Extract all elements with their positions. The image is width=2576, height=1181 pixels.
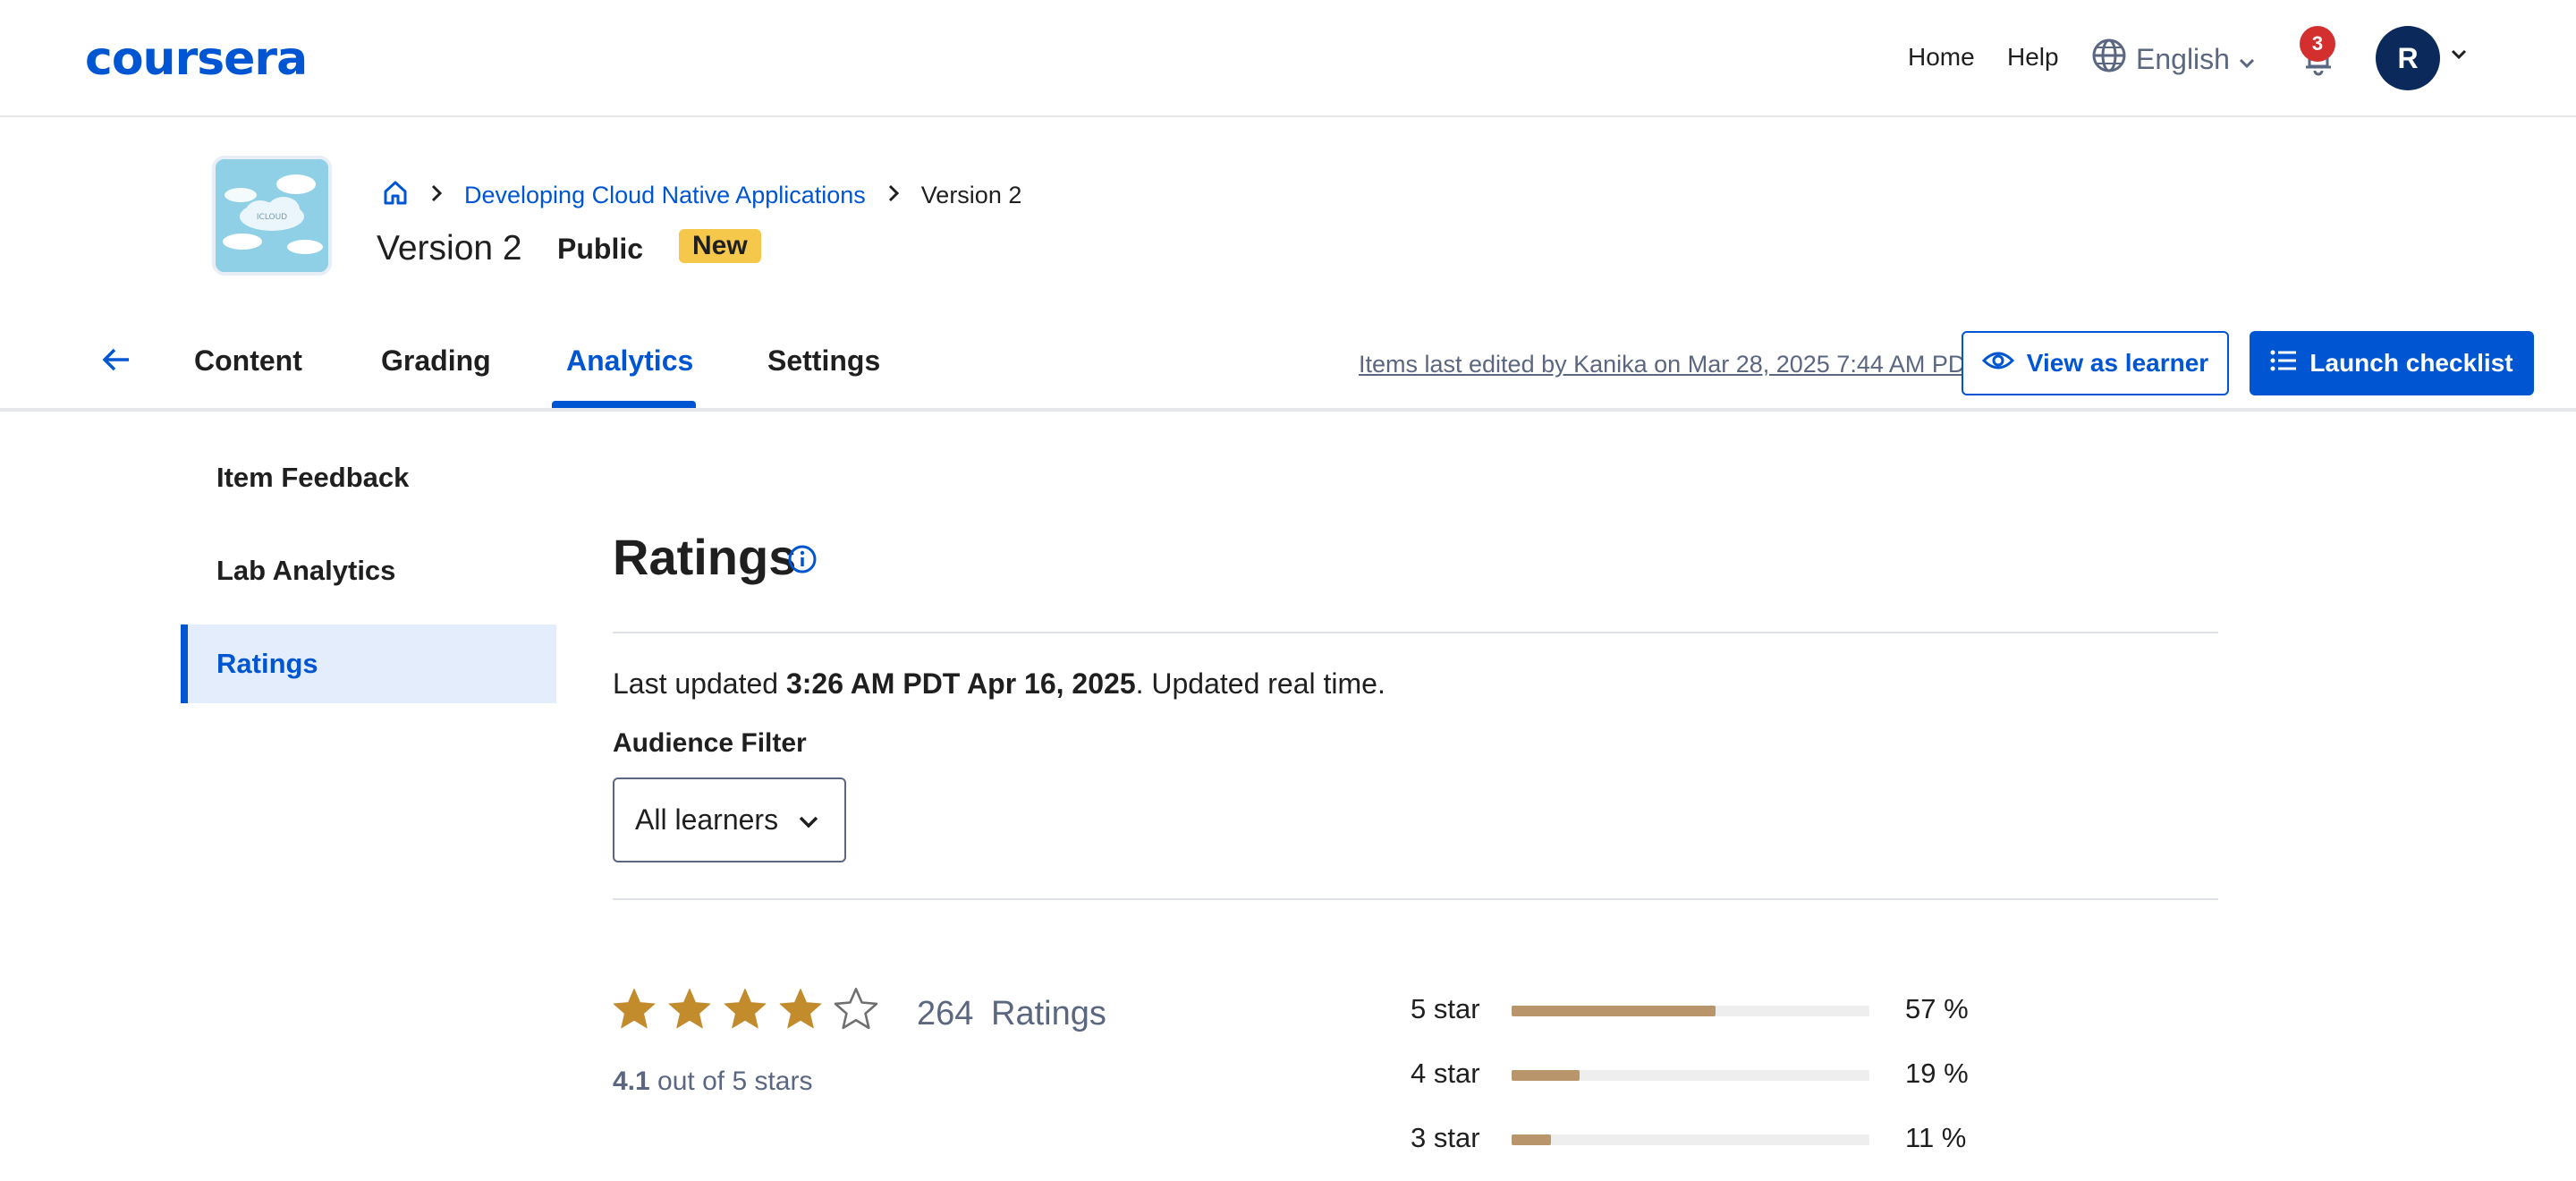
nav-help-link[interactable]: Help [2007, 43, 2059, 72]
distribution-row-4: 4 star 19 % [1411, 1058, 2037, 1093]
distribution-label: 3 star [1411, 1122, 1480, 1153]
distribution-percent: 57 % [1905, 993, 1969, 1024]
launch-checklist-button[interactable]: Launch checklist [2250, 331, 2534, 395]
distribution-track [1512, 1134, 1869, 1145]
chevron-right-icon [887, 182, 900, 209]
back-arrow-icon[interactable] [100, 344, 132, 380]
divider [613, 898, 2218, 900]
distribution-row-5: 5 star 57 % [1411, 993, 2037, 1029]
audience-filter-select[interactable]: All learners [613, 777, 846, 862]
avatar[interactable]: R [2376, 26, 2440, 90]
average-rating-text: 4.1 out of 5 stars [613, 1066, 813, 1096]
course-thumbnail: ICLOUD [212, 156, 332, 276]
distribution-fill [1512, 1006, 1716, 1016]
sidebar-item-item-feedback[interactable]: Item Feedback [181, 438, 556, 517]
visibility-label: Public [557, 233, 644, 265]
language-label: English [2136, 42, 2230, 75]
star-icon [666, 985, 713, 1036]
breadcrumb-current: Version 2 [920, 182, 1022, 208]
star-icon [777, 985, 824, 1036]
eye-icon [1981, 349, 2014, 378]
chevron-down-icon [798, 803, 819, 837]
star-icon [722, 985, 768, 1036]
rating-count-label: Ratings [991, 995, 1106, 1032]
audience-filter-label: Audience Filter [613, 728, 807, 758]
top-header: coursera Home Help English 3 R [0, 0, 2576, 117]
distribution-percent: 19 % [1905, 1058, 1969, 1089]
home-icon[interactable] [382, 179, 409, 212]
new-badge: New [679, 229, 761, 263]
tab-content[interactable]: Content [194, 344, 302, 378]
page-title: Ratings [613, 529, 797, 585]
breadcrumb: Developing Cloud Native Applications Ver… [382, 179, 1021, 212]
distribution-label: 5 star [1411, 993, 1480, 1024]
distribution-row-3: 3 star 11 % [1411, 1122, 2037, 1158]
tab-settings[interactable]: Settings [767, 344, 880, 378]
launch-checklist-label: Launch checklist [2309, 349, 2513, 377]
chevron-down-icon[interactable] [2451, 48, 2467, 64]
active-tab-indicator [552, 401, 696, 408]
course-version-title: Version 2 [377, 229, 522, 268]
star-rating [611, 985, 879, 1036]
view-as-learner-label: View as learner [2026, 349, 2209, 377]
last-edited-link[interactable]: Items last edited by Kanika on Mar 28, 2… [1359, 351, 1980, 378]
coursera-logo[interactable]: coursera [85, 32, 308, 86]
chevron-down-icon [2239, 43, 2255, 76]
distribution-track [1512, 1006, 1869, 1016]
notification-badge: 3 [2300, 26, 2335, 62]
language-selector[interactable]: English [2091, 38, 2255, 81]
star-icon [833, 985, 879, 1036]
last-updated-time: 3:26 AM PDT Apr 16, 2025 [785, 667, 1136, 700]
last-updated-text: Last updated 3:26 AM PDT Apr 16, 2025. U… [613, 667, 1385, 700]
list-icon [2270, 349, 2297, 378]
breadcrumb-course-link[interactable]: Developing Cloud Native Applications [464, 182, 866, 209]
distribution-fill [1512, 1134, 1551, 1145]
sidebar-item-lab-analytics[interactable]: Lab Analytics [181, 531, 556, 610]
divider [613, 632, 2218, 633]
distribution-fill [1512, 1070, 1580, 1081]
rating-count: 264 [917, 995, 974, 1032]
info-icon[interactable] [787, 544, 818, 579]
audience-filter-value: All learners [635, 803, 779, 836]
star-icon [611, 985, 657, 1036]
view-as-learner-button[interactable]: View as learner [1962, 331, 2229, 395]
tab-grading[interactable]: Grading [381, 344, 491, 378]
nav-home-link[interactable]: Home [1908, 43, 1975, 72]
distribution-label: 4 star [1411, 1058, 1480, 1089]
chevron-right-icon [430, 182, 443, 209]
tab-analytics[interactable]: Analytics [566, 344, 693, 378]
distribution-track [1512, 1070, 1869, 1081]
average-rating-value: 4.1 [613, 1066, 650, 1096]
svg-text:ICLOUD: ICLOUD [257, 213, 287, 222]
sidebar-item-ratings[interactable]: Ratings [181, 624, 556, 703]
distribution-percent: 11 % [1905, 1122, 1967, 1153]
globe-icon [2091, 38, 2127, 81]
